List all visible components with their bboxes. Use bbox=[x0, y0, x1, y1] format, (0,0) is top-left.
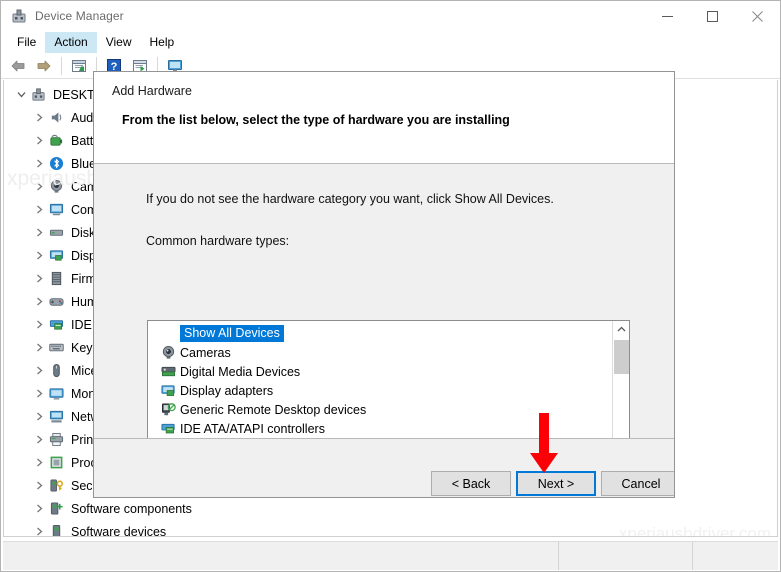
firmware-icon bbox=[48, 271, 65, 287]
software-component-icon bbox=[48, 501, 65, 517]
list-item-label: Show All Devices bbox=[180, 325, 284, 342]
title-bar: Device Manager bbox=[1, 1, 780, 31]
chevron-right-icon[interactable] bbox=[30, 228, 48, 237]
list-item-label: Display adapters bbox=[180, 383, 274, 398]
camera-icon bbox=[159, 345, 177, 361]
close-icon[interactable] bbox=[735, 1, 780, 31]
chevron-right-icon[interactable] bbox=[30, 366, 48, 375]
tree-item-label: Software components bbox=[71, 501, 192, 516]
chevron-right-icon[interactable] bbox=[30, 527, 48, 536]
chevron-up-icon[interactable] bbox=[613, 321, 629, 338]
watermark-bottom: xperiausbdriver.com bbox=[618, 524, 771, 537]
menu-file[interactable]: File bbox=[8, 32, 45, 53]
window-title: Device Manager bbox=[35, 9, 124, 23]
menu-help[interactable]: Help bbox=[141, 32, 184, 53]
disk-drive-icon bbox=[48, 225, 65, 241]
show-hide-console-tree-icon[interactable] bbox=[66, 54, 92, 78]
device-manager-icon bbox=[11, 8, 27, 24]
chevron-right-icon[interactable] bbox=[30, 389, 48, 398]
chevron-right-icon[interactable] bbox=[30, 113, 48, 122]
status-segment-1 bbox=[3, 542, 559, 570]
list-item-label: Digital Media Devices bbox=[180, 364, 301, 379]
window-controls bbox=[645, 1, 780, 31]
audio-icon bbox=[48, 110, 65, 126]
add-hardware-dialog: Add Hardware From the list below, select… bbox=[93, 71, 675, 498]
monitor-icon bbox=[48, 386, 65, 402]
computer-icon bbox=[48, 202, 65, 218]
status-segment-2 bbox=[559, 542, 693, 570]
list-item-label: IDE ATA/ATAPI controllers bbox=[180, 421, 325, 436]
chevron-right-icon[interactable] bbox=[30, 297, 48, 306]
next-button[interactable]: Next > bbox=[516, 471, 596, 496]
chevron-right-icon[interactable] bbox=[30, 274, 48, 283]
dialog-body: If you do not see the hardware category … bbox=[94, 165, 674, 496]
chevron-right-icon[interactable] bbox=[30, 458, 48, 467]
forward-arrow-icon[interactable] bbox=[31, 54, 57, 78]
battery-icon bbox=[48, 133, 65, 149]
ide-controller-icon bbox=[48, 317, 65, 333]
scrollbar-thumb[interactable] bbox=[614, 340, 629, 374]
toolbar-separator bbox=[61, 56, 62, 75]
display-adapter-icon bbox=[48, 248, 65, 264]
dialog-title: Add Hardware bbox=[112, 84, 192, 98]
menu-action[interactable]: Action bbox=[45, 31, 97, 53]
chevron-right-icon[interactable] bbox=[30, 320, 48, 329]
back-arrow-icon[interactable] bbox=[5, 54, 31, 78]
list-item[interactable]: Cameras bbox=[148, 343, 613, 362]
device-manager-window: Device Manager File Action View Help ? D… bbox=[0, 0, 781, 572]
maximize-icon[interactable] bbox=[690, 1, 735, 31]
dialog-header: Add Hardware From the list below, select… bbox=[94, 72, 674, 164]
digital-media-icon bbox=[159, 364, 177, 380]
list-item-label: Generic Remote Desktop devices bbox=[180, 402, 367, 417]
computer-icon bbox=[30, 87, 47, 103]
software-device-icon bbox=[48, 524, 65, 536]
chevron-right-icon[interactable] bbox=[30, 136, 48, 145]
list-item[interactable]: Show All Devices bbox=[148, 324, 613, 343]
chevron-right-icon[interactable] bbox=[30, 412, 48, 421]
chevron-right-icon[interactable] bbox=[30, 435, 48, 444]
menu-bar: File Action View Help bbox=[1, 31, 780, 53]
menu-view[interactable]: View bbox=[97, 32, 141, 53]
chevron-down-icon[interactable] bbox=[12, 90, 30, 99]
common-hardware-types-label: Common hardware types: bbox=[146, 234, 290, 248]
dialog-heading: From the list below, select the type of … bbox=[122, 113, 510, 127]
remote-desktop-icon bbox=[159, 402, 177, 418]
list-item[interactable]: Display adapters bbox=[148, 381, 613, 400]
back-button[interactable]: < Back bbox=[431, 471, 511, 496]
chevron-right-icon[interactable] bbox=[30, 205, 48, 214]
keyboard-icon bbox=[48, 340, 65, 356]
status-segment-3 bbox=[693, 542, 778, 570]
chevron-right-icon[interactable] bbox=[30, 504, 48, 513]
security-device-icon bbox=[48, 478, 65, 494]
list-item-label: Cameras bbox=[180, 345, 231, 360]
chevron-right-icon[interactable] bbox=[30, 481, 48, 490]
minimize-icon[interactable] bbox=[645, 1, 690, 31]
ide-controller-icon bbox=[159, 421, 177, 437]
display-adapter-icon bbox=[159, 383, 177, 399]
list-item[interactable]: IDE ATA/ATAPI controllers bbox=[148, 419, 613, 438]
list-item[interactable]: Digital Media Devices bbox=[148, 362, 613, 381]
cancel-button[interactable]: Cancel bbox=[601, 471, 674, 496]
dialog-hint-text: If you do not see the hardware category … bbox=[146, 192, 554, 206]
tree-item-software-components[interactable]: Software components bbox=[4, 497, 777, 520]
hid-icon bbox=[48, 294, 65, 310]
chevron-right-icon[interactable] bbox=[30, 343, 48, 352]
list-item[interactable]: Generic Remote Desktop devices bbox=[148, 400, 613, 419]
network-adapter-icon bbox=[48, 409, 65, 425]
dialog-footer: < Back Next > Cancel bbox=[94, 438, 674, 497]
mouse-icon bbox=[48, 363, 65, 379]
status-bar bbox=[3, 541, 778, 570]
tree-item-label: Software devices bbox=[71, 524, 167, 537]
chevron-right-icon[interactable] bbox=[30, 251, 48, 260]
processor-icon bbox=[48, 455, 65, 471]
printer-icon bbox=[48, 432, 65, 448]
